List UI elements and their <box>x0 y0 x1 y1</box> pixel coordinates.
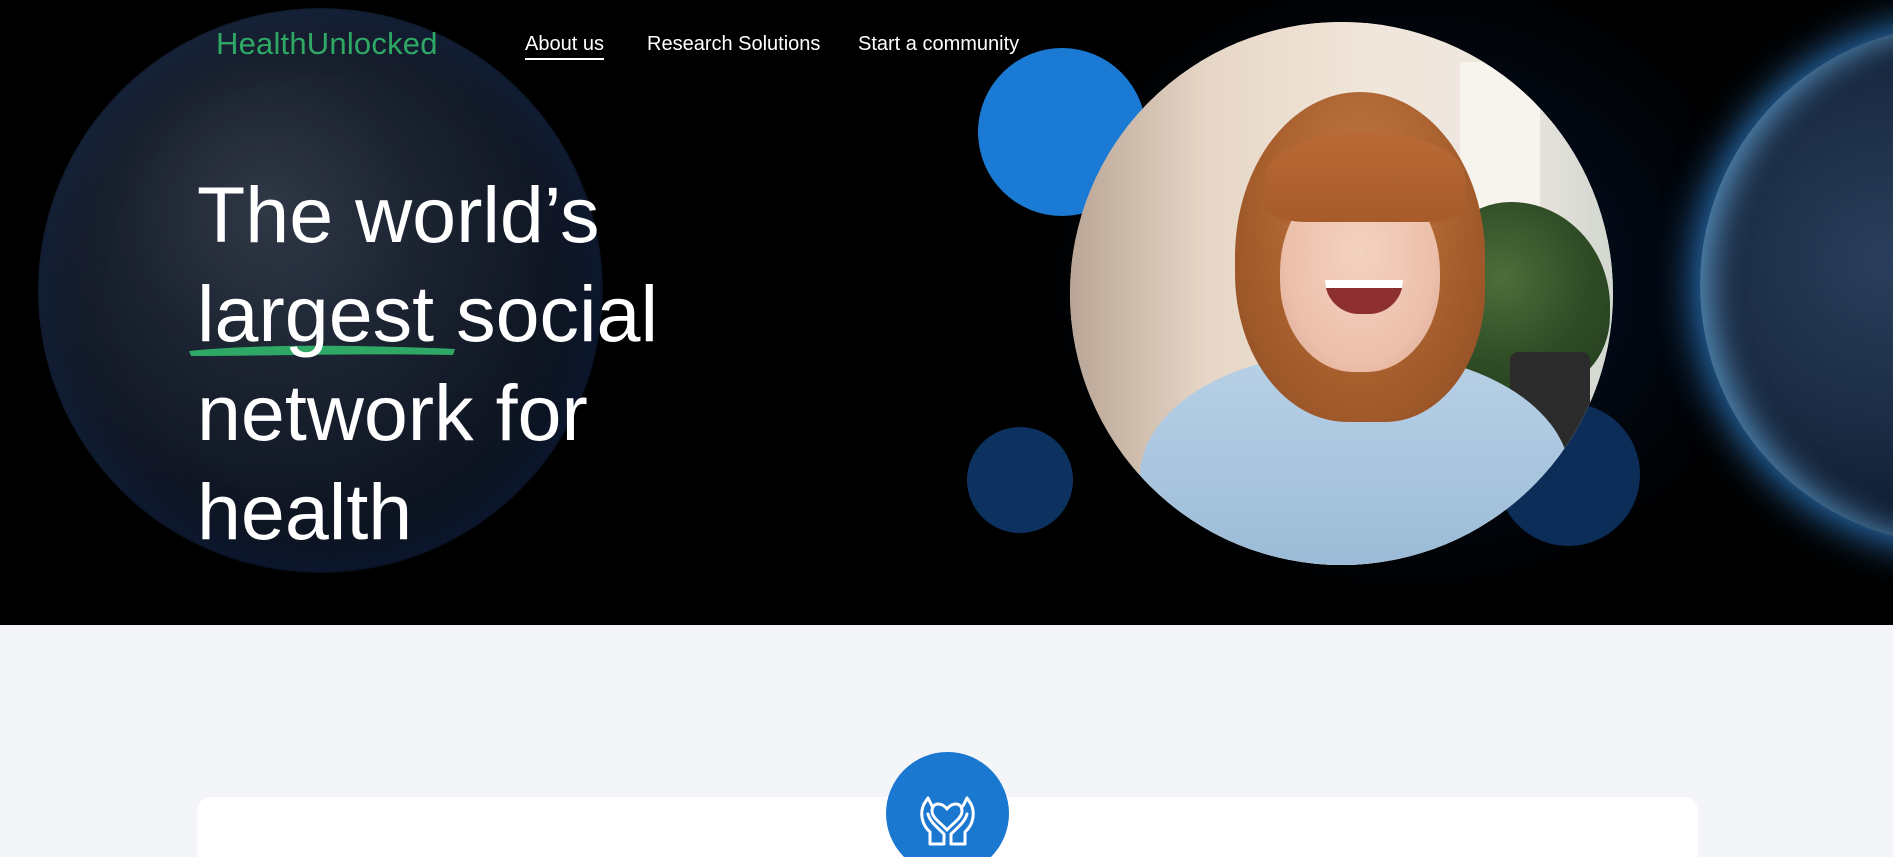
headline-highlight-word: largest <box>189 264 455 363</box>
top-navigation: HealthUnlocked About us Research Solutio… <box>0 0 1893 90</box>
hands-holding-heart-icon <box>886 752 1009 857</box>
nav-about-us[interactable]: About us <box>525 33 604 60</box>
headline-line-4: health <box>197 467 413 556</box>
headline-highlight-text: largest <box>197 269 435 358</box>
headline-line-2: largest social <box>189 264 757 363</box>
hero-portrait-image <box>1070 22 1613 565</box>
nav-research-solutions[interactable]: Research Solutions <box>647 33 820 56</box>
hero-headline: The world’s largest social network for h… <box>189 165 757 561</box>
headline-line-1: The world’s <box>197 170 600 259</box>
decorative-dark-circle <box>967 427 1073 533</box>
headline-line-2-rest: social <box>434 269 659 358</box>
logo-link[interactable]: HealthUnlocked <box>216 26 438 62</box>
hero-section: HealthUnlocked About us Research Solutio… <box>0 0 1893 625</box>
headline-line-3: network for <box>197 368 588 457</box>
nav-start-a-community[interactable]: Start a community <box>858 33 1019 56</box>
